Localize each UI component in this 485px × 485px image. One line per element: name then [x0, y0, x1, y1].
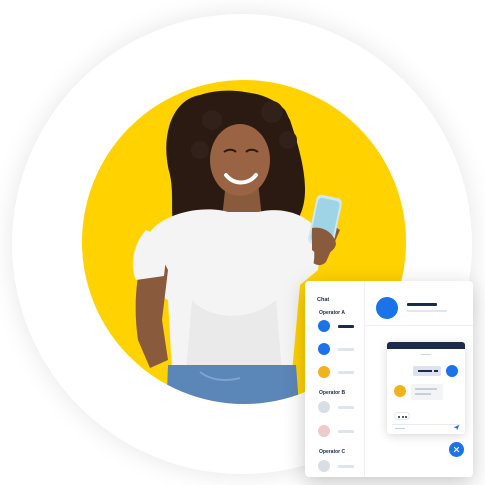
operator-name-placeholder — [338, 430, 354, 433]
contact-name-placeholder — [407, 303, 437, 306]
hero-illustration: Chat Operator A Operator B Operator C — [0, 0, 485, 485]
close-icon — [453, 446, 460, 453]
avatar — [446, 365, 458, 377]
operator-item[interactable] — [318, 320, 358, 334]
avatar — [318, 366, 330, 378]
incoming-message-bubble — [411, 384, 443, 400]
contact-status-placeholder — [407, 310, 447, 312]
operator-group-label: Operator B — [319, 390, 346, 396]
popup-header-bar — [387, 342, 465, 349]
operator-name-placeholder — [338, 348, 354, 351]
operator-name-placeholder — [338, 465, 354, 468]
operator-group-label: Operator C — [319, 449, 346, 455]
operators-sidebar: Chat Operator A Operator B Operator C — [305, 281, 365, 477]
message-text-placeholder — [415, 393, 431, 395]
send-icon[interactable] — [453, 424, 460, 431]
operator-item[interactable] — [318, 343, 358, 357]
message-text-placeholder — [434, 370, 438, 372]
chat-popup-window — [387, 342, 465, 434]
avatar — [394, 385, 406, 397]
header-divider — [365, 325, 473, 326]
message-input[interactable] — [392, 424, 460, 425]
chat-title: Chat — [317, 297, 330, 303]
avatar — [318, 425, 330, 437]
operator-item[interactable] — [318, 401, 358, 415]
operator-name-placeholder — [338, 325, 354, 328]
operator-name-placeholder — [338, 406, 354, 409]
operator-item[interactable] — [318, 425, 358, 439]
chat-widget-card: Chat Operator A Operator B Operator C — [305, 281, 473, 477]
avatar — [318, 401, 330, 413]
operator-item[interactable] — [318, 366, 358, 380]
avatar — [318, 343, 330, 355]
typing-indicator-icon — [394, 412, 410, 420]
message-text-placeholder — [415, 388, 437, 390]
message-text-placeholder — [418, 370, 432, 372]
operator-name-placeholder — [338, 371, 354, 374]
operator-group-label: Operator A — [319, 310, 345, 316]
operator-item[interactable] — [318, 460, 358, 474]
avatar — [318, 320, 330, 332]
close-chat-button[interactable] — [449, 442, 464, 457]
divider — [421, 354, 431, 355]
input-placeholder — [395, 428, 405, 429]
avatar — [318, 460, 330, 472]
active-contact-avatar — [376, 297, 398, 319]
